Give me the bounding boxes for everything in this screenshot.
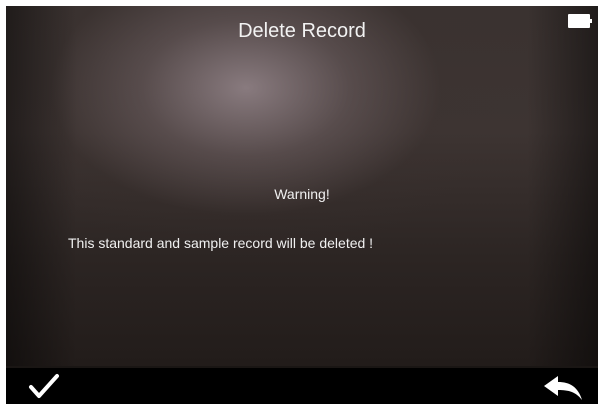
back-arrow-icon: [544, 376, 582, 400]
warning-message: This standard and sample record will be …: [68, 235, 374, 251]
checkmark-icon: [29, 374, 59, 398]
back-button[interactable]: [542, 374, 584, 402]
page-title: Delete Record: [238, 20, 366, 42]
main-area: Delete Record Warning! This standard and…: [6, 6, 598, 366]
device-screen: Delete Record Warning! This standard and…: [6, 6, 598, 404]
confirm-button[interactable]: [24, 372, 64, 402]
battery-icon: [568, 14, 592, 28]
warning-title: Warning!: [274, 186, 330, 202]
device-frame: Delete Record Warning! This standard and…: [0, 0, 604, 407]
bottom-bar: [6, 368, 598, 404]
